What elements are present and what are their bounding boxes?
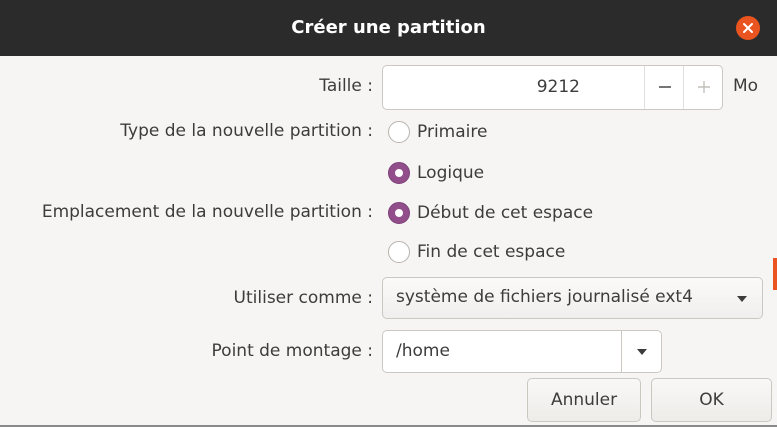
mount-point-value[interactable]: /home (396, 341, 450, 361)
radio-indicator[interactable] (388, 202, 410, 224)
radio-primary[interactable]: Primaire (388, 121, 508, 145)
window-edge-accent (773, 258, 777, 290)
chevron-down-icon (737, 296, 747, 302)
radio-indicator[interactable] (388, 121, 410, 143)
mount-point-dropdown-button[interactable] (621, 331, 661, 372)
mount-point-combo[interactable]: /home (382, 330, 662, 373)
plus-icon (698, 81, 710, 93)
radio-start[interactable]: Début de cet espace (388, 202, 618, 226)
use-as-label: Utiliser comme : (233, 288, 373, 308)
radio-start-label: Début de cet espace (417, 203, 594, 223)
dialog-title: Créer une partition (291, 17, 486, 38)
cancel-button[interactable]: Annuler (527, 378, 641, 422)
create-partition-dialog: Créer une partition Taille : 9212 Mo Typ… (0, 0, 777, 427)
title-bar: Créer une partition (0, 0, 777, 56)
mount-point-label: Point de montage : (211, 341, 373, 361)
use-as-value: système de fichiers journalisé ext4 (396, 287, 693, 307)
radio-end[interactable]: Fin de cet espace (388, 241, 588, 265)
radio-logical-label: Logique (417, 163, 485, 183)
radio-end-label: Fin de cet espace (417, 242, 566, 262)
chevron-down-icon (637, 349, 647, 355)
radio-indicator[interactable] (388, 241, 410, 263)
radio-logical[interactable]: Logique (388, 162, 498, 186)
radio-indicator[interactable] (388, 162, 410, 184)
size-label: Taille : (319, 76, 373, 96)
minus-icon (659, 86, 671, 88)
decrement-button[interactable] (644, 66, 684, 109)
partition-type-label: Type de la nouvelle partition : (120, 121, 373, 141)
increment-button[interactable] (683, 66, 723, 109)
use-as-combobox[interactable]: système de fichiers journalisé ext4 (382, 277, 763, 319)
location-label: Emplacement de la nouvelle partition : (41, 202, 373, 222)
size-value[interactable]: 9212 (537, 77, 580, 97)
ok-button[interactable]: OK (651, 378, 772, 422)
close-icon (743, 23, 753, 33)
size-unit: Mo (733, 76, 759, 96)
radio-primary-label: Primaire (417, 122, 488, 142)
size-spinbutton[interactable]: 9212 (382, 65, 723, 110)
close-button[interactable] (736, 16, 760, 40)
